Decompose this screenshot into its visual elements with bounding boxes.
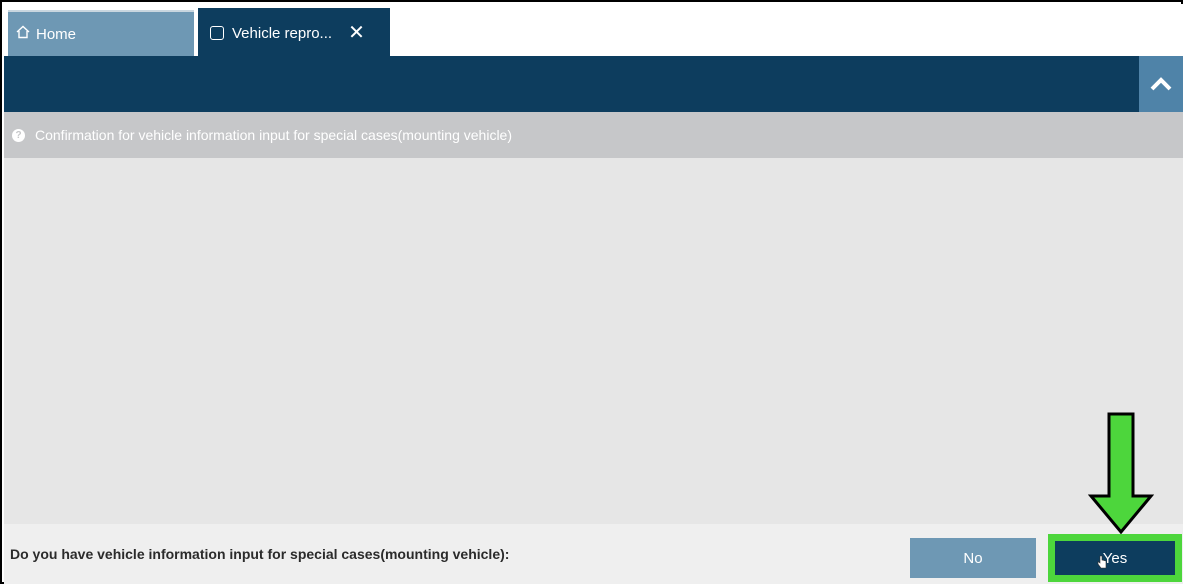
- tab-bar: Home Vehicle repro... ✕: [4, 4, 1183, 58]
- header-band: [4, 56, 1183, 112]
- app-window: Home Vehicle repro... ✕ ? Confirmation f…: [0, 0, 1183, 584]
- yes-button-highlight: Yes: [1048, 534, 1182, 582]
- tab-home[interactable]: Home: [8, 10, 194, 56]
- hand-cursor-icon: [1097, 555, 1107, 569]
- home-icon: [16, 25, 30, 43]
- info-text: Confirmation for vehicle information inp…: [35, 127, 512, 143]
- document-icon: [210, 26, 224, 40]
- question-icon: ?: [12, 128, 25, 142]
- no-button[interactable]: No: [910, 538, 1036, 578]
- info-bar: ? Confirmation for vehicle information i…: [4, 112, 1183, 158]
- content-area: [4, 158, 1183, 524]
- tab-home-label: Home: [36, 25, 77, 43]
- green-arrow-annotation: [1088, 412, 1154, 534]
- tab-vehicle-label: Vehicle repro...: [232, 24, 333, 42]
- collapse-button[interactable]: [1139, 56, 1183, 112]
- chevron-up-icon: [1150, 77, 1172, 91]
- tab-vehicle-reprogramming[interactable]: Vehicle repro... ✕: [198, 8, 390, 58]
- bottom-bar: Do you have vehicle information input fo…: [4, 524, 1183, 584]
- confirmation-question: Do you have vehicle information input fo…: [10, 546, 510, 562]
- yes-button[interactable]: Yes: [1055, 541, 1175, 575]
- close-icon[interactable]: ✕: [348, 23, 365, 43]
